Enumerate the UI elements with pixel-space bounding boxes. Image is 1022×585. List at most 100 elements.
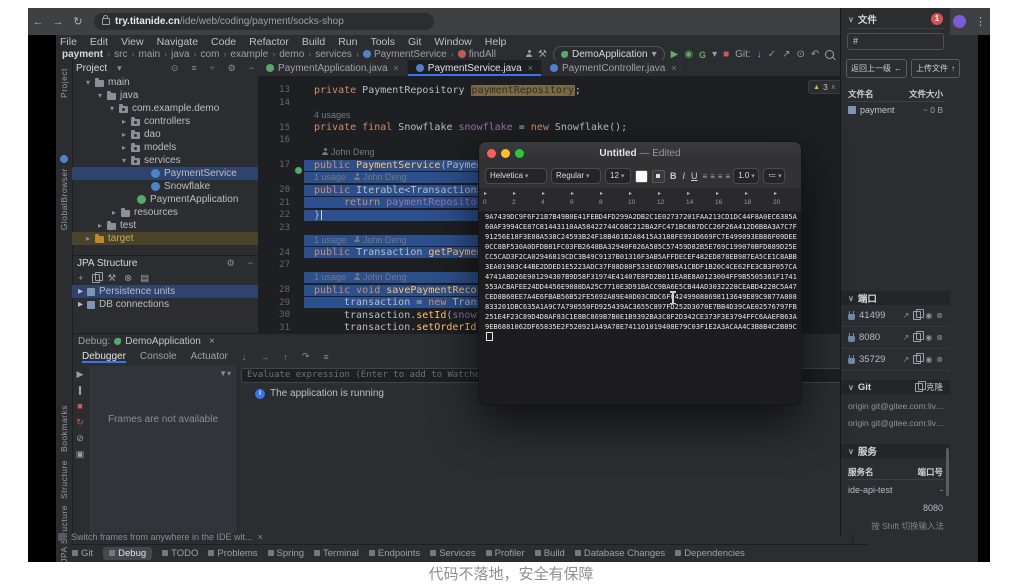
breadcrumb-item-services[interactable]: services <box>315 49 352 60</box>
bottom-tab-dependencies[interactable]: Dependencies <box>675 548 745 559</box>
close-icon[interactable]: × <box>394 63 399 73</box>
prev-issue-icon[interactable]: ∧ <box>831 83 836 91</box>
menu-run[interactable]: Run <box>338 36 357 48</box>
tool-tab-globalbrowser[interactable]: GlobalBrowser <box>59 168 69 230</box>
stop-button[interactable]: ■ <box>723 49 729 60</box>
files-filter-input[interactable]: # <box>847 33 944 50</box>
preview-icon[interactable]: ◉ <box>925 311 932 320</box>
chevron-down-icon[interactable]: ∨ <box>848 15 854 24</box>
open-external-icon[interactable]: ↗ <box>903 355 910 364</box>
close-icon[interactable]: ⊗ <box>936 311 943 320</box>
close-icon[interactable]: × <box>528 63 533 73</box>
textedit-titlebar[interactable]: Untitled — Edited <box>479 142 801 164</box>
menu-file[interactable]: File <box>60 36 77 48</box>
chevron-down-icon[interactable]: ∨ <box>848 383 854 392</box>
bold-button[interactable]: B <box>669 171 678 181</box>
breadcrumb-item-findall[interactable]: findAll <box>458 49 496 60</box>
preview-icon[interactable]: ◉ <box>925 355 932 364</box>
background-color-swatch[interactable] <box>652 170 665 183</box>
global-browser-icon[interactable] <box>60 155 68 163</box>
upload-file-button[interactable]: 上传文件 ↑ <box>911 59 960 78</box>
tree-item-resources[interactable]: ▸resources <box>72 206 258 219</box>
git-remote[interactable]: origin git@gitee.com:live-demo/payme... <box>848 418 945 428</box>
scrollbar[interactable] <box>946 448 949 496</box>
jpa-item-persistence-units[interactable]: ▸Persistence units <box>72 285 258 298</box>
debug-tab-console[interactable]: Console <box>140 351 177 362</box>
italic-button[interactable]: I <box>682 171 687 181</box>
bottom-tab-profiler[interactable]: Profiler <box>486 548 525 559</box>
tree-item-paymentapplication[interactable]: PaymentApplication <box>72 193 258 206</box>
align-right-icon[interactable]: ≡ <box>718 172 722 181</box>
code-line[interactable]: 4 usages <box>258 109 852 122</box>
back-icon[interactable]: ← <box>28 16 48 28</box>
menu-navigate[interactable]: Navigate <box>157 36 198 48</box>
bottom-tab-database-changes[interactable]: Database Changes <box>575 548 665 559</box>
usages-inlay[interactable]: 1 usage <box>314 172 346 182</box>
coverage-button[interactable]: ◉ <box>684 49 693 60</box>
bottom-tab-todo[interactable]: TODO <box>162 548 198 559</box>
debug-tab-actuator[interactable]: Actuator <box>191 351 228 362</box>
usages-inlay[interactable]: 1 usage <box>314 272 346 282</box>
tab-stop-icon[interactable]: ▸ <box>513 190 516 197</box>
close-icon[interactable]: ⊗ <box>124 273 132 284</box>
git-update-icon[interactable]: ↓ <box>757 49 762 60</box>
breadcrumb-item-com[interactable]: com <box>201 49 220 60</box>
browser-menu-icon[interactable]: ⋮ <box>975 15 986 28</box>
close-icon[interactable]: ⊗ <box>936 355 943 364</box>
address-bar[interactable]: try.titanide.cn /ide/web/coding/payment/… <box>94 13 434 30</box>
tree-item-target[interactable]: ▸target <box>72 232 258 245</box>
textedit-content[interactable]: 9A7439DC9F6F21B7B49B0E41FEBD4FD299A2DB2C… <box>485 212 797 404</box>
git-remote[interactable]: origin git@gitee.com:live-demo/payme... <box>848 401 945 411</box>
step-icon-3[interactable]: ↷ <box>302 351 310 362</box>
debug-tab-debugger[interactable]: Debugger <box>82 351 126 363</box>
line-spacing-select[interactable]: 1.0 <box>733 168 759 184</box>
editor-tab-paymentservice.java[interactable]: PaymentService.java× <box>408 60 542 76</box>
tab-stop-icon[interactable]: ▸ <box>687 190 690 197</box>
panel-settings-icon[interactable]: ⚙ <box>227 258 235 269</box>
bottom-tab-terminal[interactable]: Terminal <box>314 548 359 559</box>
menu-view[interactable]: View <box>121 36 144 48</box>
profiler-button[interactable]: G <box>699 50 706 60</box>
run-button[interactable]: ▶ <box>671 49 679 60</box>
code-line[interactable]: 14 <box>258 97 852 110</box>
chevron-down-icon[interactable]: ▾ <box>117 63 122 74</box>
usages-inlay[interactable]: 1 usage <box>314 235 346 245</box>
hide-panel-icon[interactable]: − <box>248 258 253 269</box>
reload-icon[interactable]: ↻ <box>68 15 88 28</box>
git-commit-icon[interactable]: ✓ <box>768 49 776 60</box>
hide-panel-icon[interactable]: − <box>249 63 254 74</box>
breadcrumb-item-java[interactable]: java <box>171 49 189 60</box>
go-up-button[interactable]: 返回上一级 ← <box>846 59 907 78</box>
menu-refactor[interactable]: Refactor <box>249 36 289 48</box>
font-family-select[interactable]: Helvetica <box>485 168 547 184</box>
close-icon[interactable]: × <box>258 532 263 542</box>
close-icon[interactable]: × <box>209 336 215 347</box>
code-line[interactable]: 15private final Snowflake snowflake = ne… <box>258 122 852 135</box>
tree-item-services[interactable]: ▾services <box>72 154 258 167</box>
tree-item-com-example-demo[interactable]: ▾com.example.demo <box>72 102 258 115</box>
tab-stop-icon[interactable]: ▸ <box>542 190 545 197</box>
copy-icon[interactable] <box>913 311 921 320</box>
tab-stop-icon[interactable]: ▸ <box>571 190 574 197</box>
thread-dump-icon[interactable]: ▣ <box>76 450 85 459</box>
chevron-down-icon[interactable]: ∨ <box>848 294 854 303</box>
user-icon[interactable] <box>526 50 532 56</box>
preview-icon[interactable]: ◉ <box>925 333 932 342</box>
align-justify-icon[interactable]: ≡ <box>726 172 730 181</box>
list-style-select[interactable]: ≔ <box>763 168 785 184</box>
tree-item-controllers[interactable]: ▸controllers <box>72 115 258 128</box>
filter-icon[interactable]: ▼▾ <box>219 369 231 378</box>
locate-icon[interactable]: ⊙ <box>171 63 179 74</box>
port-row-41499[interactable]: 41499↗◉⊗ <box>841 305 950 327</box>
database-icon[interactable]: ▤ <box>140 273 149 284</box>
usages-inlay[interactable]: 4 usages <box>314 110 351 120</box>
jpa-item-db-connections[interactable]: ▸DB connections <box>72 298 258 311</box>
breadcrumb-item-main[interactable]: main <box>138 49 160 60</box>
history-icon[interactable]: ⊙ <box>796 49 804 60</box>
profile-avatar[interactable] <box>953 15 966 28</box>
underline-button[interactable]: U <box>690 171 699 181</box>
breadcrumb-item-demo[interactable]: demo <box>279 49 304 60</box>
bottom-tab-debug[interactable]: Debug <box>103 547 152 560</box>
collapse-all-icon[interactable]: ÷ <box>210 63 215 74</box>
chevron-down-icon[interactable]: ∨ <box>848 447 854 456</box>
